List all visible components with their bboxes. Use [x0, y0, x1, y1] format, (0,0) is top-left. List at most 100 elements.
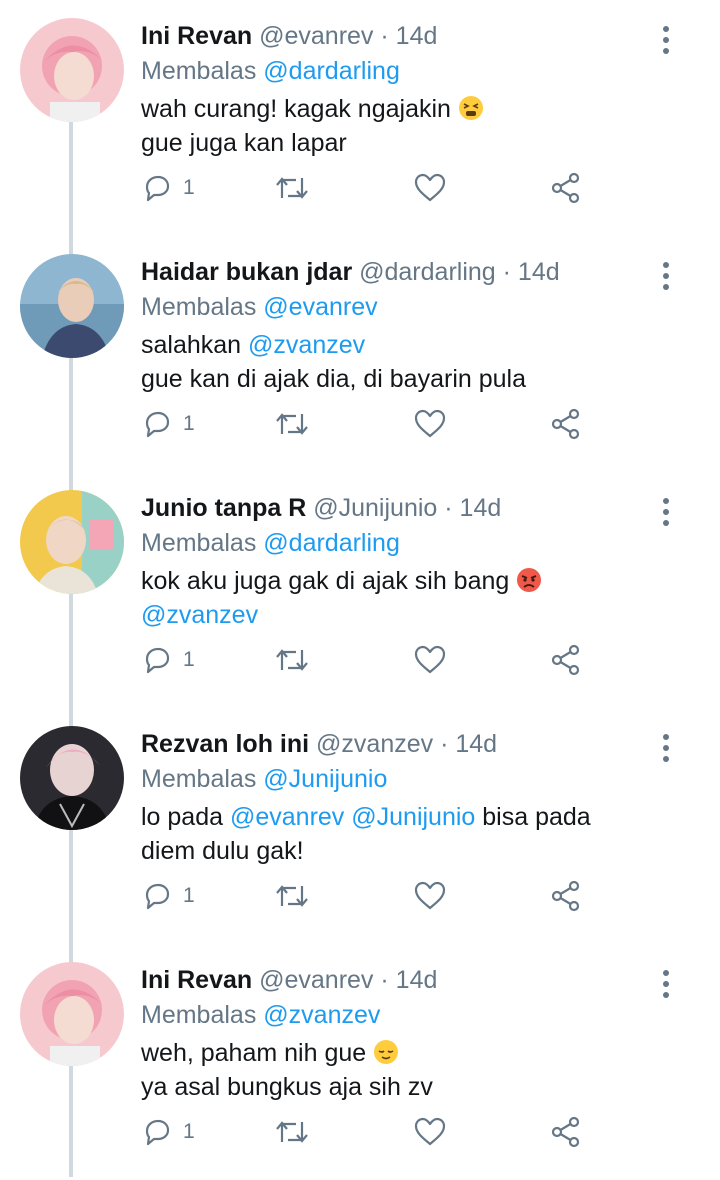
share-button[interactable]: [550, 876, 582, 916]
share-icon: [551, 408, 580, 440]
tweet-actions: 1: [141, 1112, 601, 1152]
reply-prefix: Membalas: [141, 765, 257, 793]
user-handle[interactable]: @Junijunio: [313, 494, 437, 522]
tweet-text: lo pada @evanrev @Junijunio bisa pada di…: [141, 800, 661, 868]
replying-to: Membalas @evanrev: [141, 290, 661, 324]
share-button[interactable]: [550, 168, 582, 208]
replying-to: Membalas @Junijunio: [141, 762, 661, 796]
avatar[interactable]: [20, 962, 124, 1066]
mention-link[interactable]: @zvanzev: [248, 331, 365, 359]
tweet[interactable]: Ini Revan @evanrev · 14d Membalas @zvanz…: [0, 944, 720, 1180]
reply-mention[interactable]: @Junijunio: [263, 765, 387, 793]
user-handle[interactable]: @evanrev: [259, 966, 373, 994]
user-handle[interactable]: @dardarling: [359, 258, 496, 286]
reply-button[interactable]: 1: [141, 640, 195, 680]
reply-button[interactable]: 1: [141, 168, 195, 208]
retweet-button[interactable]: [274, 876, 310, 916]
mention-link[interactable]: @evanrev: [230, 803, 344, 831]
timestamp[interactable]: 14d: [455, 730, 497, 758]
display-name[interactable]: Junio tanpa R: [141, 494, 306, 522]
reply-mention[interactable]: @dardarling: [263, 529, 400, 557]
like-button[interactable]: [413, 640, 447, 680]
tweet-text-line: ya asal bungkus aja sih zv: [141, 1073, 433, 1101]
reply-count: 1: [183, 884, 195, 907]
tweet[interactable]: Rezvan loh ini @zvanzev · 14d Membalas @…: [0, 708, 720, 944]
tweet-text: weh, paham nih gue ya asal bungkus aja s…: [141, 1036, 661, 1104]
more-vertical-icon[interactable]: [655, 968, 677, 1000]
reply-icon: [145, 411, 170, 438]
tweet[interactable]: Haidar bukan jdar @dardarling · 14d Memb…: [0, 236, 720, 472]
tweet-text-line: weh, paham nih gue: [141, 1039, 367, 1067]
share-icon: [551, 1116, 580, 1148]
separator-dot: ·: [440, 730, 449, 758]
timestamp[interactable]: 14d: [396, 22, 438, 50]
replying-to: Membalas @dardarling: [141, 526, 661, 560]
reply-button[interactable]: 1: [141, 404, 195, 444]
timestamp[interactable]: 14d: [460, 494, 502, 522]
display-name[interactable]: Haidar bukan jdar: [141, 258, 352, 286]
display-name[interactable]: Ini Revan: [141, 966, 252, 994]
like-button[interactable]: [413, 168, 447, 208]
mention-link[interactable]: @Junijunio: [351, 803, 475, 831]
more-vertical-icon[interactable]: [655, 732, 677, 764]
retweet-button[interactable]: [274, 168, 310, 208]
separator-dot: ·: [380, 22, 389, 50]
retweet-icon: [276, 177, 308, 199]
user-handle[interactable]: @evanrev: [259, 22, 373, 50]
tweet-text-line: kok aku juga gak di ajak sih bang: [141, 567, 510, 595]
reply-button[interactable]: 1: [141, 1112, 195, 1152]
tweet-text: kok aku juga gak di ajak sih bang @zvanz…: [141, 564, 661, 632]
tweet[interactable]: Junio tanpa R @Junijunio · 14d Membalas …: [0, 472, 720, 708]
mention-link[interactable]: @zvanzev: [141, 601, 258, 629]
reply-mention[interactable]: @dardarling: [263, 57, 400, 85]
share-icon: [551, 880, 580, 912]
avatar[interactable]: [20, 254, 124, 358]
reply-mention[interactable]: @zvanzev: [263, 1001, 380, 1029]
avatar[interactable]: [20, 726, 124, 830]
retweet-icon: [276, 649, 308, 671]
tweet[interactable]: Ini Revan @evanrev · 14d Membalas @darda…: [0, 0, 720, 236]
angry-face-emoji: [517, 568, 542, 592]
avatar[interactable]: [20, 490, 124, 594]
more-vertical-icon[interactable]: [655, 24, 677, 56]
timestamp[interactable]: 14d: [518, 258, 560, 286]
replying-to: Membalas @zvanzev: [141, 998, 661, 1032]
reply-button[interactable]: 1: [141, 876, 195, 916]
reply-count: 1: [183, 176, 195, 199]
like-button[interactable]: [413, 404, 447, 444]
separator-dot: ·: [380, 966, 389, 994]
display-name[interactable]: Rezvan loh ini: [141, 730, 309, 758]
reply-count: 1: [183, 412, 195, 435]
share-button[interactable]: [550, 1112, 582, 1152]
user-handle[interactable]: @zvanzev: [316, 730, 433, 758]
tweet-text-line: salahkan: [141, 331, 242, 359]
retweet-icon: [276, 1121, 308, 1143]
reply-prefix: Membalas: [141, 529, 257, 557]
like-button[interactable]: [413, 1112, 447, 1152]
reply-count: 1: [183, 1120, 195, 1143]
display-name[interactable]: Ini Revan: [141, 22, 252, 50]
timestamp[interactable]: 14d: [396, 966, 438, 994]
tweet-header: Ini Revan @evanrev · 14d: [141, 962, 661, 998]
tweet-header: Rezvan loh ini @zvanzev · 14d: [141, 726, 661, 762]
retweet-button[interactable]: [274, 640, 310, 680]
tweet-header: Ini Revan @evanrev · 14d: [141, 18, 661, 54]
like-button[interactable]: [413, 876, 447, 916]
share-button[interactable]: [550, 404, 582, 444]
more-vertical-icon[interactable]: [655, 260, 677, 292]
reply-icon: [145, 1119, 170, 1146]
replying-to: Membalas @dardarling: [141, 54, 661, 88]
tweet-actions: 1: [141, 404, 601, 444]
tweet-text-line: bisa pada: [482, 803, 591, 831]
reply-mention[interactable]: @evanrev: [263, 293, 377, 321]
retweet-button[interactable]: [274, 1112, 310, 1152]
tweet-text-line: gue kan di ajak dia, di bayarin pula: [141, 365, 526, 393]
heart-icon: [414, 1117, 446, 1146]
share-button[interactable]: [550, 640, 582, 680]
heart-icon: [414, 173, 446, 202]
retweet-icon: [276, 413, 308, 435]
retweet-button[interactable]: [274, 404, 310, 444]
avatar[interactable]: [20, 18, 124, 122]
more-vertical-icon[interactable]: [655, 496, 677, 528]
relieved-face-emoji: [374, 1040, 399, 1064]
